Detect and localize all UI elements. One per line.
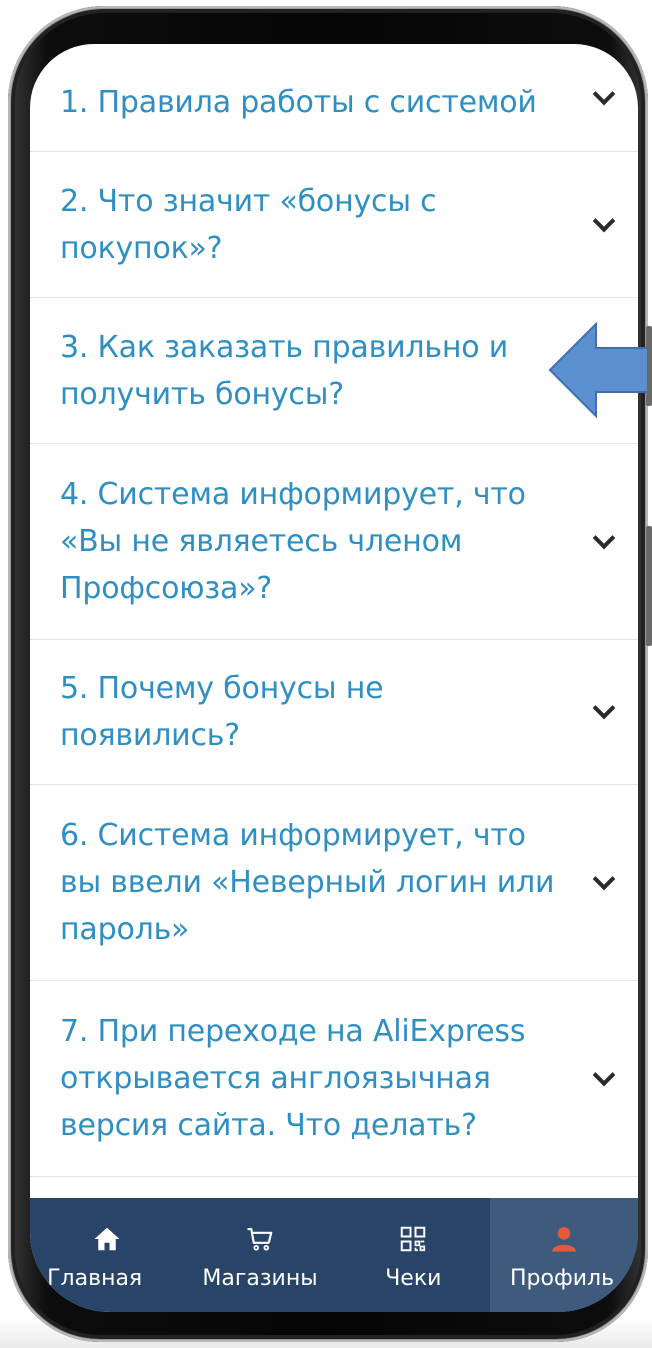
chevron-down-icon[interactable] — [592, 696, 616, 720]
phone-frame: 1. Правила работы с системой 2. Что знач… — [8, 6, 652, 1342]
faq-question: 7. При переходе на AliExpress открываетс… — [60, 1014, 526, 1143]
nav-label-profile: Профиль — [509, 1266, 615, 1291]
pointer-arrow-icon — [548, 322, 648, 418]
chevron-down-icon[interactable] — [592, 82, 616, 105]
faq-question: 4. Система информирует, что «Вы не являе… — [60, 477, 526, 606]
faq-question: 5. Почему бонусы не появились? — [60, 671, 384, 753]
nav-item-profile[interactable]: Профиль — [489, 1198, 638, 1312]
faq-item-2[interactable]: 2. Что значит «бонусы с покупок»? — [30, 152, 638, 298]
user-icon — [552, 1227, 576, 1252]
screen: 1. Правила работы с системой 2. Что знач… — [30, 44, 638, 1312]
faq-list: 1. Правила работы с системой 2. Что знач… — [30, 44, 638, 1177]
faq-item-1[interactable]: 1. Правила работы с системой — [30, 44, 638, 152]
side-button — [646, 526, 652, 646]
faq-question: 2. Что значит «бонусы с покупок»? — [60, 183, 437, 266]
chevron-down-icon[interactable] — [592, 209, 616, 232]
nav-item-shops[interactable]: Магазины — [183, 1198, 336, 1312]
faq-item-4[interactable]: 4. Система информирует, что «Вы не являе… — [30, 444, 638, 640]
nav-label-receipts: Чеки — [385, 1266, 442, 1291]
faq-item-3[interactable]: 3. Как заказать правильно и получить бон… — [30, 298, 638, 444]
cart-icon — [247, 1227, 273, 1251]
bottom-navigation: Главная Магазины Чеки Профиль — [30, 1198, 638, 1312]
faq-item-6[interactable]: 6. Система информирует, что вы ввели «Не… — [30, 785, 638, 981]
nav-item-receipts[interactable]: Чеки — [337, 1198, 490, 1312]
faq-item-5[interactable]: 5. Почему бонусы не появились? — [30, 640, 638, 785]
nav-label-home: Главная — [47, 1266, 143, 1291]
home-icon — [94, 1227, 120, 1251]
faq-question: 6. Система информирует, что вы ввели «Не… — [60, 818, 555, 947]
faq-question: 3. Как заказать правильно и получить бон… — [60, 329, 509, 412]
nav-item-home[interactable]: Главная — [30, 1198, 183, 1312]
chevron-down-icon[interactable] — [592, 1063, 616, 1086]
faq-item-7[interactable]: 7. При переходе на AliExpress открываетс… — [30, 981, 638, 1177]
chevron-down-icon[interactable] — [592, 526, 616, 549]
qr-icon — [401, 1226, 426, 1252]
nav-label-shops: Магазины — [202, 1266, 318, 1291]
chevron-down-icon[interactable] — [592, 867, 616, 890]
faq-question: 1. Правила работы с системой — [60, 85, 537, 120]
